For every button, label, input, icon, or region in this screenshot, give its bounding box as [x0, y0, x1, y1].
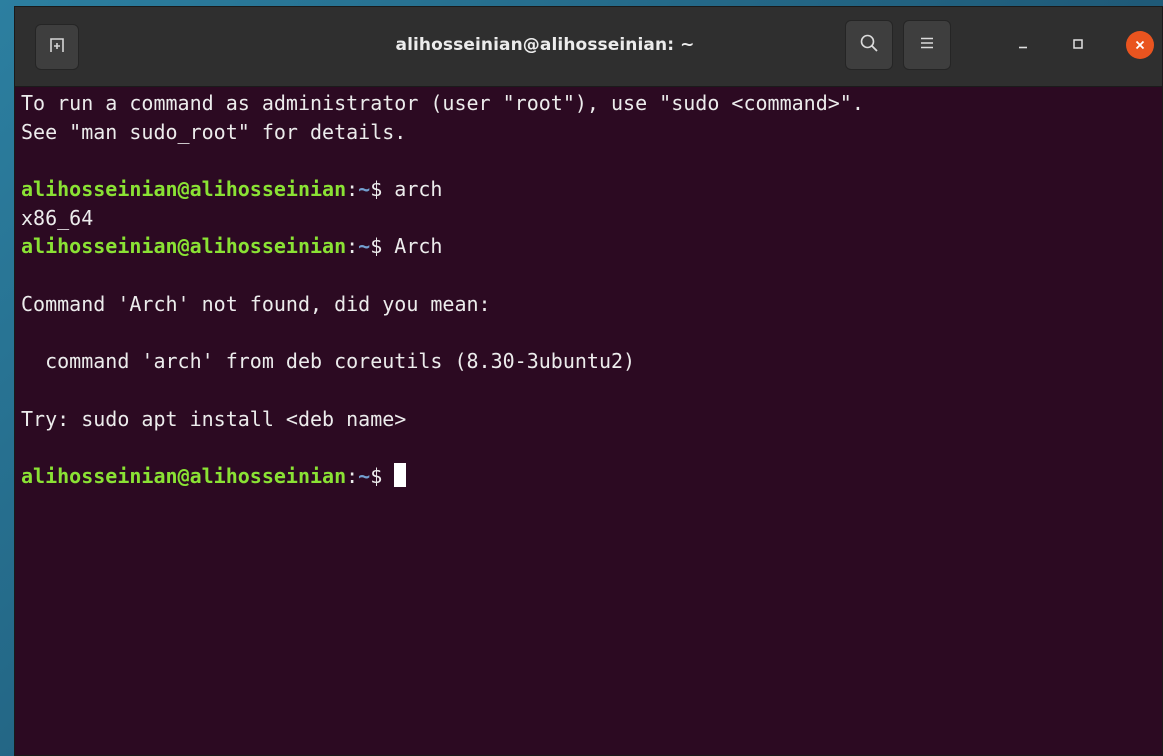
prompt-path: ~	[358, 463, 371, 488]
active-prompt-line[interactable]: alihosseinian@alihosseinian:~$	[21, 462, 1162, 491]
prompt-user: alihosseinian@alihosseinian	[21, 177, 347, 202]
terminal-line: To run a command as administrator (user …	[21, 91, 864, 115]
title-bar[interactable]: alihosseinian@alihosseinian: ~	[15, 7, 1162, 87]
prompt-colon: :	[346, 234, 359, 259]
prompt-line: alihosseinian@alihosseinian:~$ arch	[21, 175, 1162, 204]
search-icon	[859, 33, 879, 57]
minimize-icon	[1016, 36, 1030, 55]
close-button[interactable]	[1126, 31, 1154, 59]
prompt-colon: :	[346, 463, 359, 488]
maximize-icon	[1071, 36, 1085, 55]
terminal-line: See "man sudo_root" for details.	[21, 119, 407, 144]
terminal-window: alihosseinian@alihosseinian: ~ To run a …	[14, 6, 1163, 756]
prompt-path: ~	[358, 234, 371, 259]
search-button[interactable]	[845, 20, 893, 70]
command-output: command 'arch' from deb coreutils (8.30-…	[21, 349, 636, 374]
close-icon	[1134, 36, 1146, 55]
text-cursor	[394, 462, 407, 487]
new-tab-icon	[48, 36, 66, 58]
prompt-symbol: $	[370, 463, 395, 488]
prompt-symbol: $	[370, 177, 395, 202]
command-output: Command 'Arch' not found, did you mean:	[21, 291, 491, 316]
terminal-output[interactable]: To run a command as administrator (user …	[15, 87, 1162, 755]
prompt-path: ~	[358, 177, 371, 202]
command-output: x86_64	[21, 205, 94, 230]
prompt-colon: :	[346, 177, 359, 202]
command-output: Try: sudo apt install <deb name>	[21, 406, 407, 431]
window-title: alihosseinian@alihosseinian: ~	[395, 35, 695, 55]
maximize-button[interactable]	[1065, 32, 1091, 58]
command-text: arch	[394, 177, 443, 202]
prompt-line: alihosseinian@alihosseinian:~$ Arch	[21, 232, 1162, 261]
prompt-symbol: $	[370, 234, 395, 259]
menu-button[interactable]	[903, 20, 951, 70]
minimize-button[interactable]	[1010, 32, 1036, 58]
new-tab-button[interactable]	[35, 24, 79, 70]
prompt-user: alihosseinian@alihosseinian	[21, 463, 347, 488]
command-text: Arch	[394, 234, 443, 259]
hamburger-menu-icon	[919, 35, 935, 55]
prompt-user: alihosseinian@alihosseinian	[21, 234, 347, 259]
